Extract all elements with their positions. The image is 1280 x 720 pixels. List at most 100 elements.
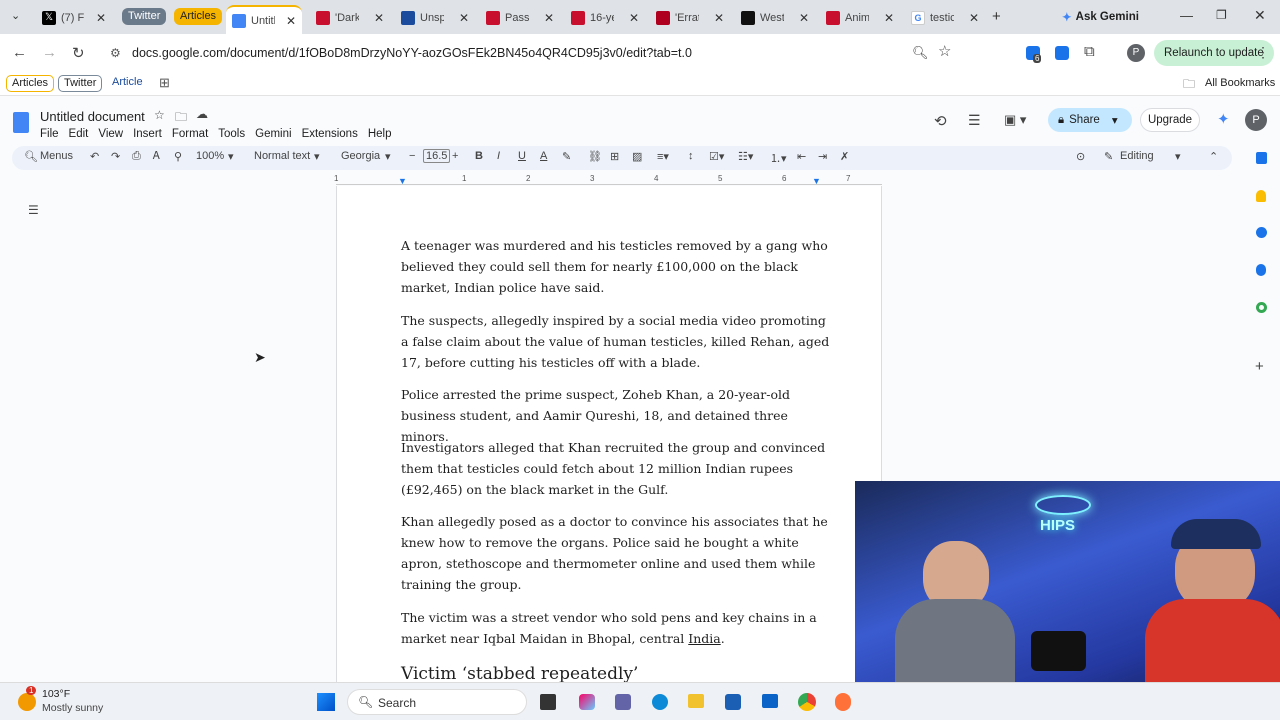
new-tab-plus-icon[interactable]: + — [992, 8, 1001, 25]
add-comment-icon[interactable]: ⊞ — [610, 150, 619, 163]
paragraph-style-select[interactable]: Normal text — [254, 150, 310, 162]
close-tab-icon[interactable]: ✕ — [544, 11, 554, 25]
bold-icon[interactable]: B — [475, 150, 483, 162]
collapse-menus-icon[interactable]: ⌃ — [1209, 150, 1218, 163]
highlight-color-icon[interactable]: ✎ — [562, 150, 571, 163]
chrome-icon[interactable] — [798, 693, 816, 711]
menu-insert[interactable]: Insert — [133, 128, 162, 140]
close-tab-icon[interactable]: ✕ — [969, 11, 979, 25]
tab-16-ye[interactable]: 16-ye ✕ — [565, 5, 645, 30]
site-info-icon[interactable]: ⚙ — [110, 39, 121, 67]
version-history-icon[interactable]: ⟲ — [934, 112, 947, 130]
italic-icon[interactable]: I — [497, 150, 500, 162]
docs-logo-icon[interactable] — [13, 112, 29, 133]
gemini-sparkle-icon[interactable]: ✦ — [1217, 110, 1230, 128]
minimize-icon[interactable]: — — [1180, 8, 1193, 23]
address-bar[interactable]: ⚙ docs.google.com/document/d/1fOBoD8mDrz… — [104, 39, 951, 67]
taskbar-search-box[interactable]: 🔍︎ Search — [347, 689, 527, 715]
underline-icon[interactable]: U — [518, 150, 526, 162]
restore-window-icon[interactable]: ❐ — [1216, 8, 1227, 22]
tab-dark[interactable]: 'Dark ✕ — [310, 5, 390, 30]
search-menus-label[interactable]: Menus — [40, 150, 73, 162]
redo-icon[interactable]: ↷ — [111, 150, 120, 163]
close-tab-icon[interactable]: ✕ — [799, 11, 809, 25]
bookmark-folder-twitter[interactable]: Twitter — [58, 75, 103, 92]
copilot-icon[interactable] — [579, 694, 595, 710]
contacts-icon[interactable] — [1256, 264, 1266, 276]
maps-icon[interactable] — [1256, 302, 1267, 313]
star-icon[interactable]: ☆ — [154, 108, 165, 122]
left-indent-marker-icon[interactable]: ▼ — [398, 176, 407, 186]
forward-arrow-icon[interactable]: → — [42, 44, 57, 61]
close-tab-icon[interactable]: ✕ — [286, 14, 296, 28]
bookmark-article[interactable]: Article — [107, 75, 148, 92]
edge-icon[interactable] — [652, 694, 668, 710]
spellcheck-icon[interactable]: Ꭺ — [153, 150, 160, 163]
calendar-icon[interactable] — [1256, 152, 1267, 164]
teams-icon[interactable] — [615, 694, 631, 710]
keep-icon[interactable] — [1256, 190, 1266, 202]
tasks-icon[interactable] — [1256, 227, 1267, 238]
tab-group-articles[interactable]: Articles — [174, 8, 223, 25]
share-button[interactable]: 🔒︎ Share ▾ — [1048, 108, 1132, 132]
gemini-toolbar-icon[interactable]: ⊙ — [1076, 150, 1085, 163]
menu-tools[interactable]: Tools — [218, 128, 245, 140]
extension-icon-2[interactable] — [1055, 46, 1069, 60]
menu-view[interactable]: View — [98, 128, 123, 140]
close-tab-icon[interactable]: ✕ — [459, 11, 469, 25]
close-tab-icon[interactable]: ✕ — [96, 11, 106, 25]
numbered-list-icon[interactable]: ⒈▾ — [770, 150, 787, 166]
firefox-icon[interactable] — [835, 693, 851, 711]
menu-help[interactable]: Help — [368, 128, 392, 140]
undo-icon[interactable]: ↶ — [90, 150, 99, 163]
comments-icon[interactable]: ☰ — [968, 112, 981, 129]
bookmark-folder-articles[interactable]: Articles — [6, 75, 55, 92]
tab-search-chevron-icon[interactable]: ⌄ — [11, 9, 20, 22]
meet-video-icon[interactable]: ▣ ▾ — [1004, 112, 1026, 128]
india-link[interactable]: India — [688, 631, 720, 646]
menu-gemini[interactable]: Gemini — [255, 128, 291, 140]
document-outline-icon[interactable]: ☰ — [28, 203, 39, 217]
reload-icon[interactable]: ↻ — [72, 44, 85, 62]
get-add-ons-plus-icon[interactable]: + — [1255, 358, 1264, 375]
font-size-input[interactable]: 16.5 — [423, 149, 451, 163]
tab-twitter-feed[interactable]: 𝕏 (7) Fr ✕ — [36, 5, 112, 30]
menu-extensions[interactable]: Extensions — [302, 128, 358, 140]
tab-errat[interactable]: 'Errat ✕ — [650, 5, 730, 30]
task-view-icon[interactable] — [540, 694, 556, 710]
mail-icon[interactable] — [762, 694, 778, 708]
paragraph-1[interactable]: A teenager was murdered and his testicle… — [401, 235, 831, 298]
tab-west[interactable]: West ✕ — [735, 5, 815, 30]
font-select[interactable]: Georgia — [341, 150, 380, 162]
weather-sun-icon[interactable] — [18, 693, 36, 711]
close-tab-icon[interactable]: ✕ — [884, 11, 894, 25]
paragraph-5[interactable]: Khan allegedly posed as a doctor to conv… — [401, 511, 831, 595]
zoom-select[interactable]: 100% — [196, 150, 224, 162]
document-title[interactable]: Untitled document — [40, 109, 145, 124]
tab-untitled-document[interactable]: Untitl ✕ — [226, 5, 302, 34]
back-arrow-icon[interactable]: ← — [12, 44, 27, 61]
menu-edit[interactable]: Edit — [69, 128, 89, 140]
decrease-indent-icon[interactable]: ⇤ — [797, 150, 806, 163]
all-bookmarks-link[interactable]: All Bookmarks — [1205, 77, 1275, 89]
tab-passe[interactable]: Passe ✕ — [480, 5, 560, 30]
tab-testic[interactable]: G testic ✕ — [905, 5, 985, 30]
account-avatar[interactable]: P — [1245, 109, 1267, 131]
close-tab-icon[interactable]: ✕ — [374, 11, 384, 25]
paragraph-4[interactable]: Investigators alleged that Khan recruite… — [401, 437, 831, 500]
menu-file[interactable]: File — [40, 128, 59, 140]
close-window-icon[interactable]: ✕ — [1254, 7, 1266, 24]
extensions-puzzle-icon[interactable]: ⧉ — [1084, 43, 1095, 60]
document-page[interactable]: A teenager was murdered and his testicle… — [336, 186, 882, 686]
text-color-icon[interactable]: A — [540, 150, 547, 162]
windows-start-icon[interactable] — [317, 693, 335, 711]
decrease-font-size-icon[interactable]: − — [409, 150, 415, 162]
checklist-icon[interactable]: ☑▾ — [709, 150, 724, 163]
insert-image-icon[interactable]: ▨ — [632, 150, 642, 163]
store-icon[interactable] — [725, 694, 741, 710]
tab-anim[interactable]: Anim ✕ — [820, 5, 900, 30]
profile-avatar[interactable]: P — [1127, 44, 1145, 62]
close-tab-icon[interactable]: ✕ — [629, 11, 639, 25]
editing-mode-select[interactable]: Editing — [1120, 150, 1154, 162]
horizontal-ruler[interactable]: 1 ▼ 1 2 3 4 5 6 ▼ 7 — [334, 174, 882, 186]
